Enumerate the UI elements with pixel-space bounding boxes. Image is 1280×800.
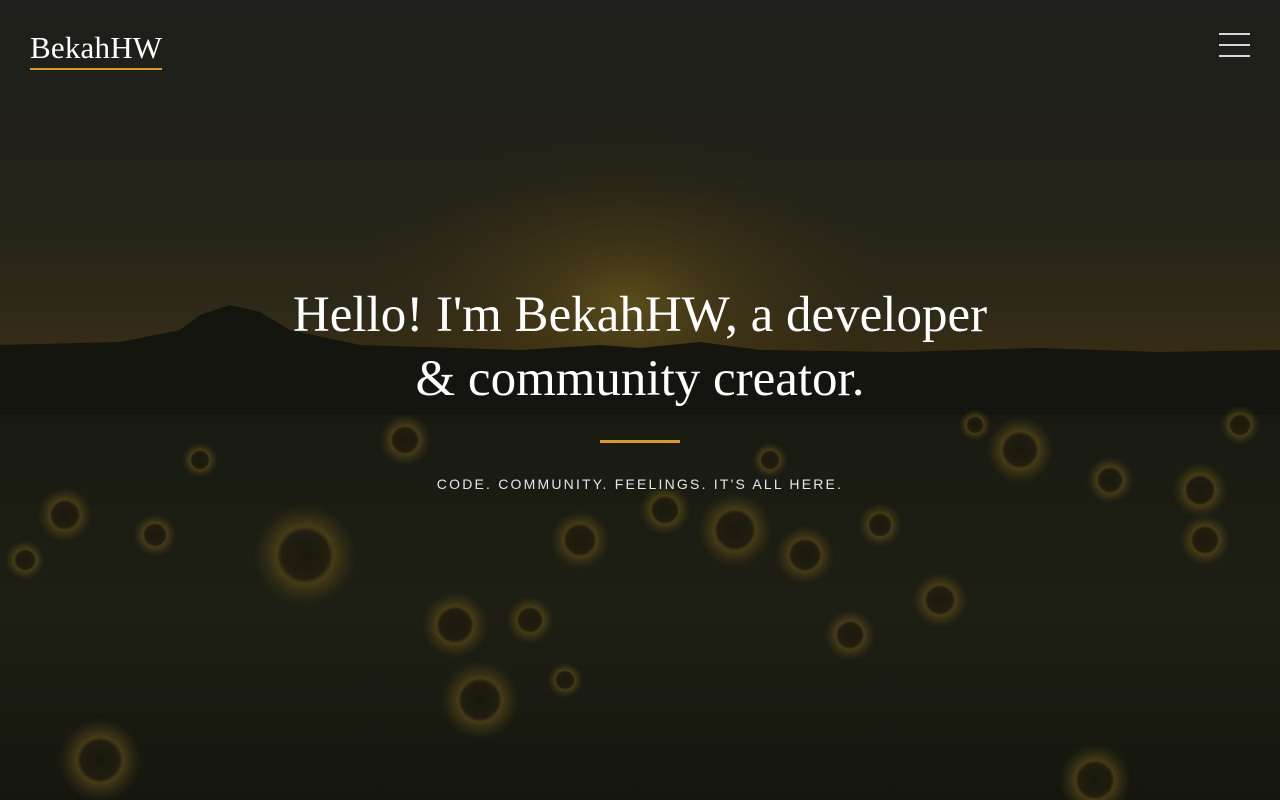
hamburger-menu-icon[interactable] bbox=[1219, 33, 1250, 57]
hero-title-line-1: Hello! I'm BekahHW, a developer bbox=[292, 287, 988, 343]
menu-bar bbox=[1219, 55, 1250, 57]
hero-content: Hello! I'm BekahHW, a developer & commun… bbox=[0, 283, 1280, 492]
menu-bar bbox=[1219, 44, 1250, 46]
hero-tagline: CODE. COMMUNITY. FEELINGS. IT'S ALL HERE… bbox=[436, 476, 844, 492]
hero-divider bbox=[600, 440, 680, 443]
menu-bar bbox=[1219, 33, 1250, 35]
hero-title: Hello! I'm BekahHW, a developer & commun… bbox=[260, 283, 1020, 411]
brand-logo-link[interactable]: BekahHW bbox=[30, 31, 163, 70]
hero-title-line-2: & community creator. bbox=[415, 351, 865, 407]
